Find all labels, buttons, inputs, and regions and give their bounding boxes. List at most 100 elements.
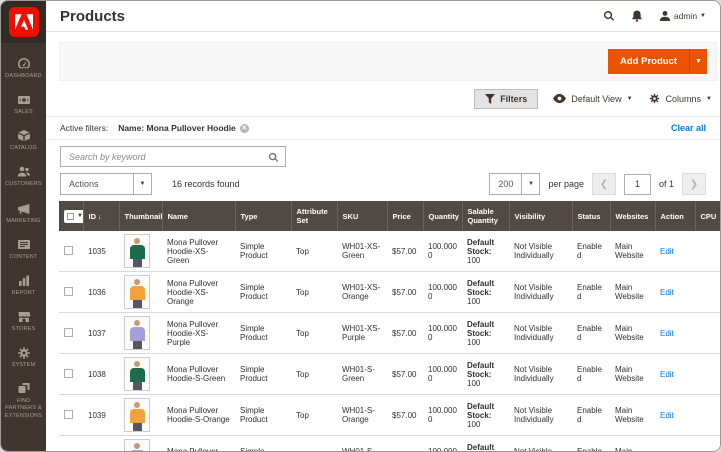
- row-select-cell: [59, 435, 83, 451]
- add-product-split-caret[interactable]: ▼: [689, 49, 707, 74]
- column-header-action[interactable]: Action: [654, 201, 695, 231]
- column-header-name[interactable]: Name: [161, 201, 235, 231]
- actions-dropdown[interactable]: Actions ▼: [60, 173, 152, 195]
- sidebar-item-marketing[interactable]: MARKETING: [1, 202, 46, 225]
- default-view-button[interactable]: Default View ▼: [553, 93, 633, 104]
- active-filters-label: Active filters:: [60, 123, 109, 133]
- sidebar-item-label: CUSTOMERS: [5, 181, 42, 188]
- edit-link[interactable]: Edit: [660, 370, 674, 379]
- sidebar-item-partners[interactable]: FIND PARTNERS & EXTENSIONS: [1, 382, 46, 419]
- row-checkbox[interactable]: [64, 368, 73, 378]
- content-icon: [17, 239, 30, 249]
- edit-link[interactable]: Edit: [660, 247, 674, 256]
- row-checkbox[interactable]: [64, 327, 73, 337]
- column-header-salable-quantity[interactable]: Salable Quantity: [461, 201, 509, 231]
- cell-status: Enabled: [572, 271, 610, 313]
- cell-visibility: Not Visible Individually: [509, 231, 572, 272]
- column-header-id[interactable]: ID ↓: [82, 201, 119, 231]
- column-header-sku[interactable]: SKU: [336, 201, 387, 231]
- sidebar-item-sales[interactable]: SALES: [1, 93, 46, 116]
- row-select-cell: [59, 394, 83, 436]
- sidebar-item-content[interactable]: CONTENT: [1, 238, 46, 261]
- sidebar-item-label: CONTENT: [9, 253, 38, 260]
- search-icon[interactable]: [268, 150, 279, 168]
- page-number-input[interactable]: [623, 173, 651, 195]
- filters-button[interactable]: Filters: [474, 88, 539, 109]
- cell-visibility: Not Visible Individually: [509, 394, 572, 436]
- column-header-cpu[interactable]: CPU: [694, 201, 720, 231]
- sales-icon: [17, 96, 30, 105]
- admin-user-menu[interactable]: admin ▼: [659, 10, 706, 22]
- cell-attribute-set: Top: [291, 231, 337, 272]
- column-header-price[interactable]: Price: [386, 201, 423, 231]
- columns-button[interactable]: Columns ▼: [648, 93, 712, 104]
- row-checkbox[interactable]: [64, 409, 73, 419]
- sort-descending-icon: ↓: [98, 213, 102, 221]
- cell-attribute-set: Top: [291, 353, 337, 395]
- row-checkbox[interactable]: [64, 245, 73, 255]
- sidebar-item-system[interactable]: SYSTEM: [1, 346, 46, 369]
- next-page-button[interactable]: ❯: [682, 173, 706, 195]
- cell-sku: WH01-S-Orange: [337, 394, 387, 436]
- per-page-dropdown[interactable]: 200 ▼: [489, 173, 541, 195]
- cell-visibility: Not Visible Individually: [509, 312, 572, 354]
- actions-dropdown-label: Actions: [69, 179, 99, 189]
- add-product-label[interactable]: Add Product: [608, 49, 689, 74]
- catalog-icon: [17, 130, 30, 142]
- row-select-cell: [59, 231, 83, 272]
- edit-link[interactable]: Edit: [660, 329, 674, 338]
- cell-sku: WH01-XS-Green: [337, 231, 387, 272]
- cell-salable-quantity: Default Stock: 100: [462, 435, 509, 451]
- edit-link[interactable]: Edit: [660, 411, 674, 420]
- cell-thumbnail: [119, 353, 162, 395]
- product-thumbnail: [124, 234, 150, 268]
- clear-all-link[interactable]: Clear all: [671, 123, 706, 133]
- product-thumbnail: [124, 439, 150, 451]
- column-header-attribute-set[interactable]: Attribute Set: [290, 201, 337, 231]
- edit-link[interactable]: Edit: [660, 288, 674, 297]
- column-header-thumbnail[interactable]: Thumbnail: [118, 201, 162, 231]
- cell-action: Edit: [655, 231, 695, 272]
- eye-icon: [553, 93, 567, 104]
- cell-price: $57.00: [387, 353, 423, 395]
- remove-filter-icon[interactable]: ✕: [239, 123, 249, 133]
- keyword-search-input[interactable]: [60, 146, 286, 167]
- column-header-visibility[interactable]: Visibility: [508, 201, 572, 231]
- topbar: Products admin ▼: [46, 1, 720, 32]
- logo-block[interactable]: [1, 1, 46, 43]
- cell-action: Edit: [655, 271, 695, 313]
- table-row: 1037 Mona Pullover Hoodie-XS-Purple Simple…: [59, 312, 720, 354]
- cell-sku: WH01-XS-Orange: [337, 271, 387, 313]
- notifications-bell-icon[interactable]: [631, 10, 643, 22]
- column-header-type[interactable]: Type: [234, 201, 291, 231]
- sidebar-item-stores[interactable]: STORES: [1, 310, 46, 333]
- magento-admin-window: DASHBOARD SALES CATALOG CUSTOMERS MARKETING C…: [0, 0, 721, 452]
- system-icon: [17, 347, 30, 360]
- cell-quantity: 100.0000: [423, 394, 462, 436]
- search-icon[interactable]: [603, 10, 615, 22]
- sidebar-item-catalog[interactable]: CATALOG: [1, 129, 46, 152]
- column-header-websites[interactable]: Websites: [609, 201, 655, 231]
- page-actions-band: Add Product ▼: [59, 42, 717, 81]
- row-checkbox[interactable]: [64, 286, 73, 296]
- sidebar-item-label: SALES: [14, 109, 33, 116]
- cell-quantity: 100.0000: [423, 231, 462, 272]
- row-select-cell: [59, 353, 83, 395]
- add-product-button[interactable]: Add Product ▼: [608, 49, 707, 74]
- cell-salable-quantity: Default Stock: 100: [462, 231, 509, 272]
- column-header-quantity[interactable]: Quantity: [422, 201, 462, 231]
- page-title: Products: [60, 7, 126, 25]
- cell-thumbnail: [119, 271, 162, 313]
- cell-visibility: Not Visible Individually: [509, 271, 572, 313]
- sidebar-item-report[interactable]: REPORT: [1, 274, 46, 297]
- cell-thumbnail: [119, 394, 162, 436]
- cell-attribute-set: Top: [291, 271, 337, 313]
- cell-action: Edit: [655, 435, 695, 451]
- sidebar-item-label: REPORT: [11, 289, 36, 296]
- sidebar-item-dashboard[interactable]: DASHBOARD: [1, 57, 46, 80]
- sidebar-item-customers[interactable]: CUSTOMERS: [1, 165, 46, 188]
- previous-page-button[interactable]: ❮: [591, 173, 616, 195]
- column-header-status[interactable]: Status: [571, 201, 610, 231]
- table-row: 1036 Mona Pullover Hoodie-XS-Orange Simple…: [59, 271, 720, 313]
- page-of-label: of 1: [658, 179, 674, 189]
